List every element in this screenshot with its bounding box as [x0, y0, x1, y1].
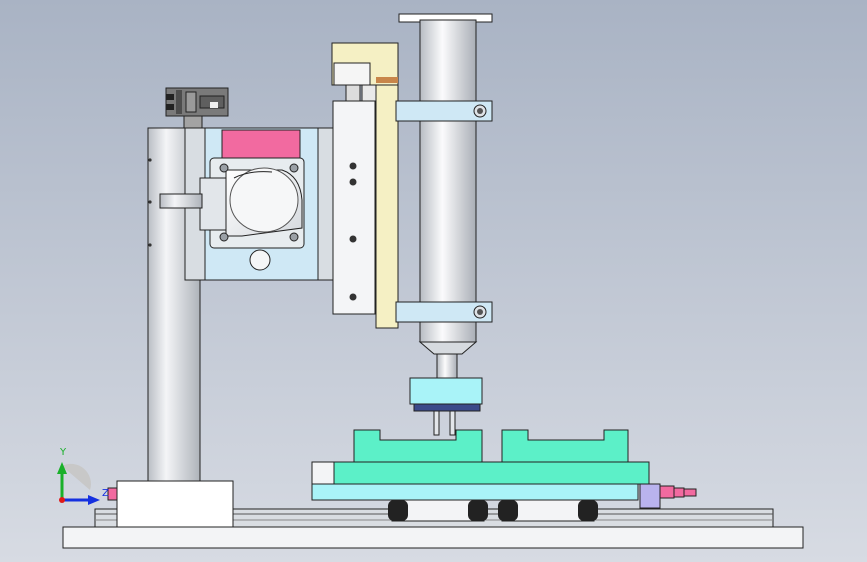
slide-table[interactable] [311, 483, 639, 501]
slide-plate[interactable] [332, 100, 376, 315]
fixture-plate-left-cap [311, 461, 335, 485]
triad-z-axis [59, 497, 65, 503]
cad-viewport[interactable]: Y Z [0, 0, 867, 562]
base-plate[interactable] [62, 526, 804, 549]
fixture-plate[interactable] [311, 461, 650, 485]
rail-carriage-left[interactable] [388, 499, 488, 522]
motor-body[interactable] [199, 167, 303, 237]
motor-shaft[interactable] [159, 193, 203, 209]
cylinder-clamp-top[interactable] [395, 100, 493, 122]
cylinder-clamp-bottom[interactable] [395, 301, 493, 323]
triad-y-label: Y [59, 447, 67, 458]
piston-rod[interactable] [436, 353, 458, 379]
cad-scene[interactable]: Y Z [0, 0, 867, 562]
rail-carriage-right[interactable] [498, 499, 598, 522]
motor-top-pink[interactable] [221, 129, 301, 159]
triad-z-label: Z [102, 488, 109, 499]
left-fitting[interactable] [107, 487, 118, 501]
motor-mount-hole [249, 249, 271, 271]
column-base-block[interactable] [116, 480, 234, 528]
